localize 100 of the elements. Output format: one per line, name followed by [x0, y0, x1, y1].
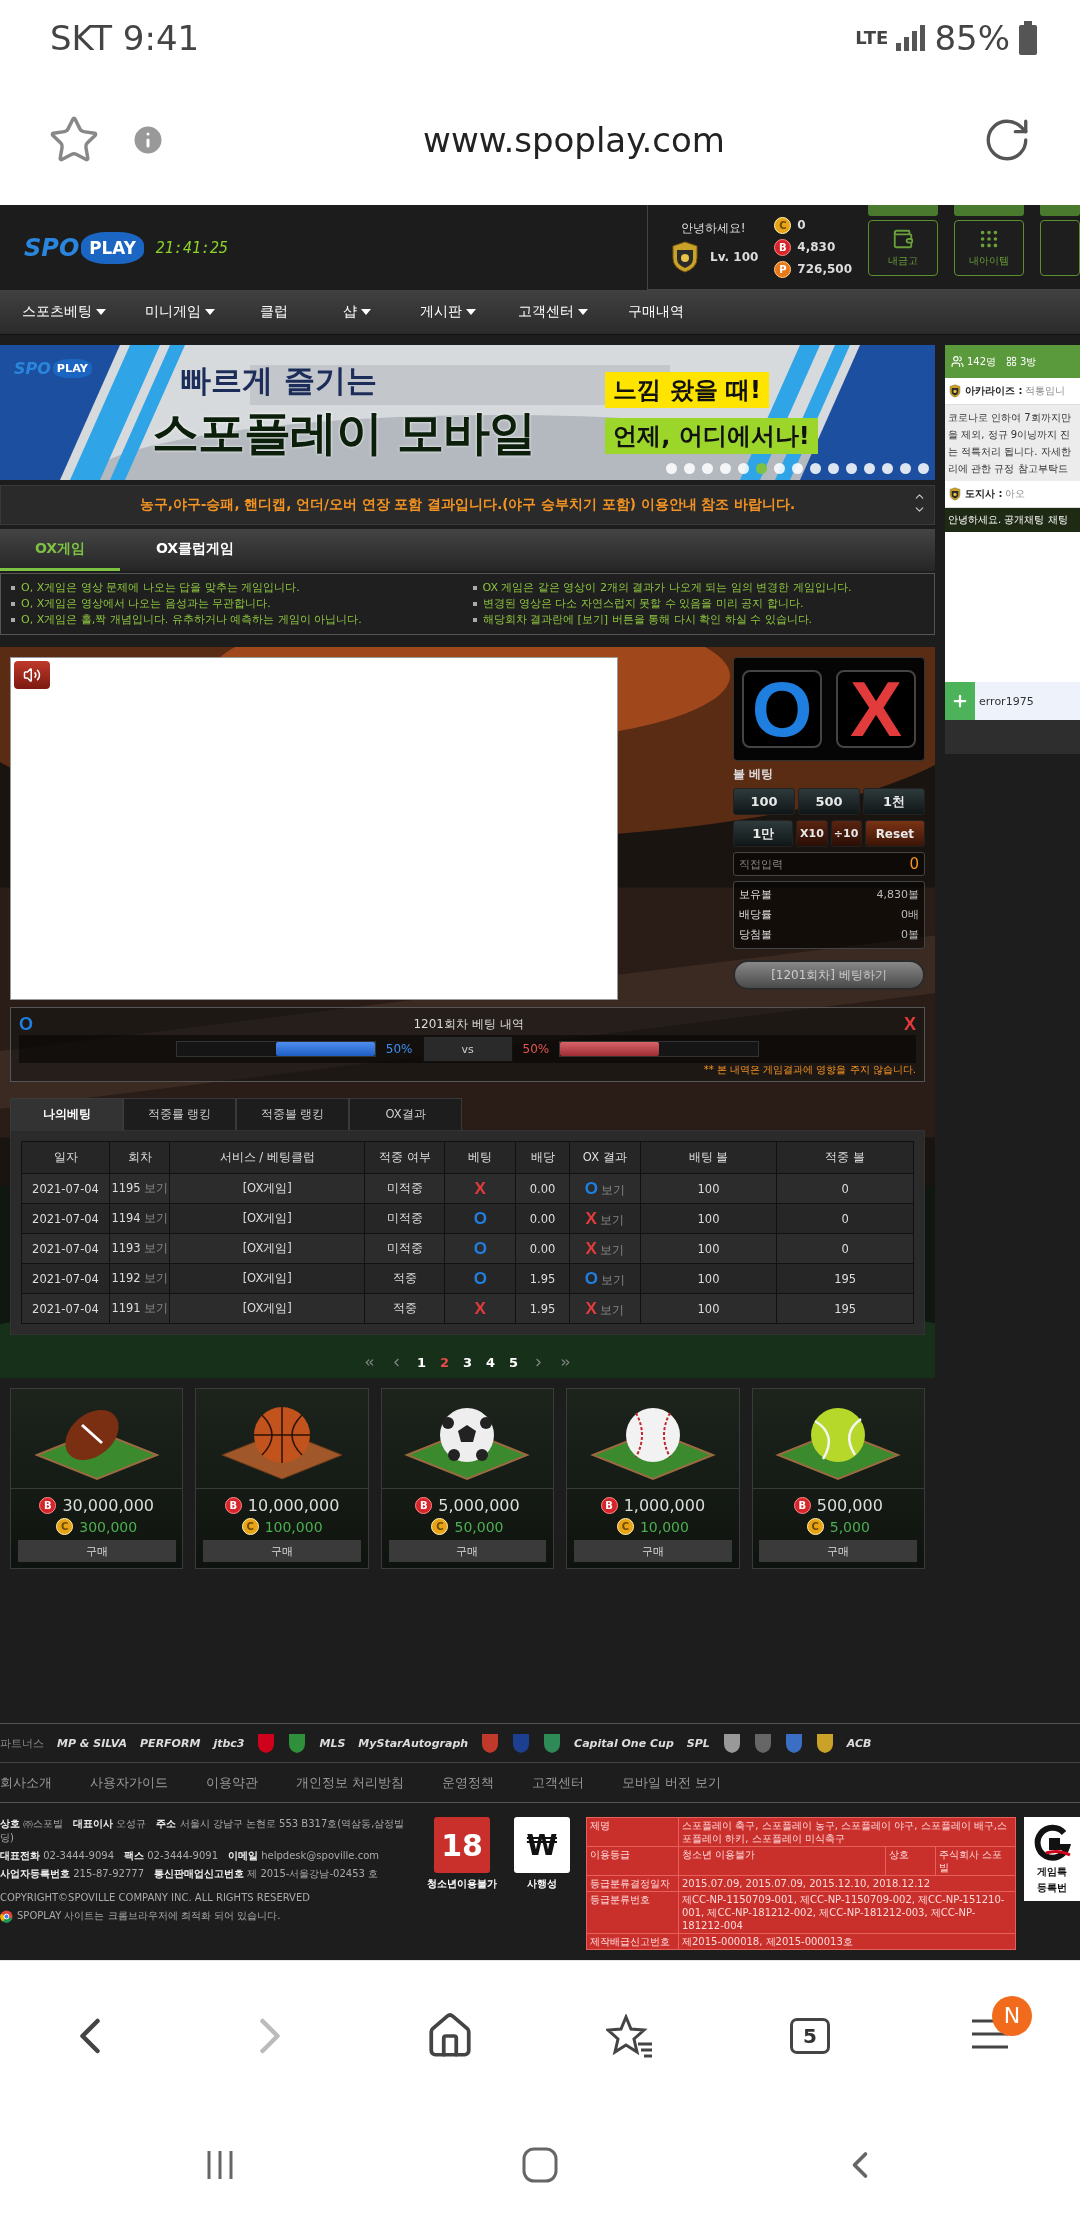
x-choice-button[interactable]: X — [836, 670, 916, 748]
nav-menu-item[interactable]: 구매내역 — [628, 303, 708, 321]
record-tab[interactable]: OX결과 — [349, 1098, 462, 1130]
game-tab[interactable]: OX클럽게임 — [120, 529, 270, 571]
chip-button[interactable]: 1천 — [863, 788, 925, 815]
o-choice-button[interactable]: O — [742, 670, 822, 748]
header-button[interactable] — [1040, 220, 1080, 276]
record-tab[interactable]: 나의베팅 — [10, 1098, 123, 1130]
carousel-dot[interactable] — [738, 463, 749, 474]
promo-banner[interactable]: SPO PLAY 빠르게 즐기는 스포플레이 모바일 느낌 왔을 때! 언제, 어디에서나! — [0, 345, 935, 480]
nav-menu-item[interactable]: 클럽 — [260, 303, 343, 321]
page-number[interactable]: 3 — [462, 1355, 472, 1370]
view-link[interactable]: 보기 — [143, 1271, 168, 1285]
chip-button[interactable]: 100 — [733, 788, 795, 815]
column-header: 서비스 / 베팅클럽 — [169, 1141, 365, 1174]
table-cell: 적중 — [364, 1263, 445, 1294]
page-number[interactable]: 2 — [439, 1355, 449, 1370]
header-button[interactable]: 내금고 — [868, 220, 938, 276]
nav-menu-item[interactable]: 샵 — [343, 303, 420, 321]
carousel-dot[interactable] — [792, 463, 803, 474]
footer-link[interactable]: 운영정책 — [442, 1773, 495, 1792]
product-price: 30,000,000 — [62, 1496, 154, 1515]
buy-button[interactable]: 구매 — [388, 1540, 547, 1562]
signal-icon — [896, 24, 927, 51]
footer-link[interactable]: 사용자가이드 — [90, 1773, 168, 1792]
carousel-dot[interactable] — [666, 463, 677, 474]
nav-menu-item[interactable]: 게시판 — [420, 303, 518, 321]
carousel-dot[interactable] — [756, 463, 767, 474]
table-cell: 미적중 — [364, 1233, 445, 1264]
buy-button[interactable]: 구매 — [203, 1540, 361, 1562]
view-link[interactable]: 보기 — [143, 1181, 168, 1195]
view-link[interactable]: 보기 — [143, 1301, 168, 1315]
column-header: 일자 — [21, 1141, 110, 1174]
amount-input[interactable]: 직접입력 0 — [733, 852, 925, 876]
carousel-dot[interactable] — [864, 463, 875, 474]
carousel-dot[interactable] — [810, 463, 821, 474]
header-button[interactable]: 내아이템 — [954, 220, 1024, 276]
carousel-dot[interactable] — [720, 463, 731, 474]
record-tab[interactable]: 적중률 랭킹 — [123, 1098, 236, 1130]
ball-currency-icon: B — [415, 1497, 433, 1514]
footer-link[interactable]: 고객센터 — [532, 1773, 585, 1792]
gambling-rating-badge: ₩ — [514, 1817, 570, 1873]
chip-button[interactable]: X10 — [796, 820, 828, 847]
rule-text: O, X게임은 홀,짝 개념입니다. 유추하거나 예측하는 게임이 아닙니다. — [11, 612, 463, 628]
view-link[interactable]: 보기 — [143, 1211, 168, 1225]
view-link[interactable]: 보기 — [143, 1241, 168, 1255]
table-cell: [OX게임] — [169, 1233, 365, 1264]
view-link[interactable]: 보기 — [600, 1182, 625, 1197]
carousel-dot[interactable] — [882, 463, 893, 474]
carousel-dot[interactable] — [846, 463, 857, 474]
balance-value: 4,830 — [797, 240, 836, 254]
bookmarks-icon[interactable] — [606, 2013, 654, 2058]
plus-icon — [951, 692, 969, 710]
carousel-dot[interactable] — [702, 463, 713, 474]
chip-button[interactable]: ÷10 — [830, 820, 862, 847]
home-button-icon[interactable] — [522, 2147, 558, 2183]
chip-button[interactable]: 1만 — [733, 820, 794, 847]
table-cell: [OX게임] — [169, 1173, 365, 1204]
nav-menu-item[interactable]: 고객센터 — [518, 303, 628, 321]
view-link[interactable]: 보기 — [599, 1302, 624, 1317]
footer-link[interactable]: 이용약관 — [206, 1773, 258, 1792]
add-button[interactable] — [945, 682, 975, 720]
partner-logo: SPL — [686, 1736, 710, 1750]
table-cell: 100 — [640, 1233, 777, 1264]
table-cell: 2021-07-04 — [21, 1203, 110, 1234]
record-tab[interactable]: 적중볼 랭킹 — [236, 1098, 349, 1130]
company-info-line: 상호 ㈜스포빌 대표이사 오성규 주소 서울시 강남구 논현로 553 B317호(역삼동,삼정빌딩) — [0, 1817, 406, 1845]
page-number[interactable]: 4 — [486, 1355, 496, 1370]
carousel-dot[interactable] — [828, 463, 839, 474]
chip-button[interactable]: 500 — [798, 788, 860, 815]
view-link[interactable]: 보기 — [599, 1212, 624, 1227]
view-link[interactable]: 보기 — [600, 1272, 625, 1287]
greeting: 안녕하세요! — [680, 220, 746, 237]
page-number[interactable]: 5 — [509, 1355, 519, 1370]
footer-link[interactable]: 모바일 버전 보기 — [622, 1773, 722, 1792]
chat-input-field[interactable]: error1975 — [975, 682, 1080, 720]
footer-link[interactable]: 회사소개 — [0, 1773, 52, 1792]
carousel-dot[interactable] — [684, 463, 695, 474]
footer-link[interactable]: 개인정보 처리방침 — [296, 1773, 405, 1792]
tabs-button[interactable]: 5 — [790, 2017, 830, 2054]
carousel-dot[interactable] — [918, 463, 929, 474]
rooms-icon — [1006, 356, 1018, 367]
level-label: Lv. 100 — [710, 250, 759, 264]
buy-button[interactable]: 구매 — [759, 1540, 918, 1562]
buy-button[interactable]: 구매 — [574, 1540, 732, 1562]
page-number[interactable]: 1 — [416, 1355, 426, 1370]
ball-currency-icon: B — [793, 1497, 811, 1514]
bet-submit-button[interactable]: [1201회차] 베팅하기 — [733, 960, 925, 990]
speaker-button[interactable] — [14, 661, 50, 689]
chip-button[interactable]: Reset — [864, 820, 925, 847]
result-pick: O — [584, 1268, 598, 1288]
buy-button[interactable]: 구매 — [17, 1540, 176, 1562]
rule-text: 해당회차 결과란에 [보기] 버튼을 통해 다시 확인 하실 수 있습니다. — [472, 612, 924, 628]
address-bar[interactable]: www.spoplay.com — [196, 120, 952, 160]
view-link[interactable]: 보기 — [599, 1242, 624, 1257]
carousel-dot[interactable] — [774, 463, 785, 474]
nav-menu-item[interactable]: 미니게임 — [145, 303, 260, 321]
nav-menu-item[interactable]: 스포츠베팅 — [22, 303, 145, 321]
speaker-icon — [23, 666, 41, 684]
carousel-dot[interactable] — [900, 463, 911, 474]
